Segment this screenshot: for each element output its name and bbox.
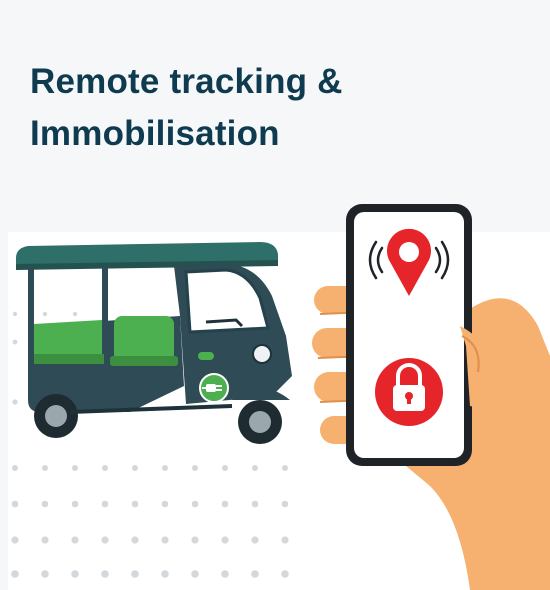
- promo-card: Remote tracking & Immobilisation: [0, 0, 550, 590]
- page-title: Remote tracking & Immobilisation: [30, 56, 510, 160]
- hand-holding-phone-illustration: [312, 204, 550, 590]
- padlock-icon: [375, 358, 443, 426]
- title-line-2: Immobilisation: [30, 114, 280, 153]
- title-line-1: Remote tracking &: [30, 62, 343, 101]
- ev-plug-icon: [199, 373, 229, 403]
- electric-rickshaw-illustration: [16, 242, 292, 444]
